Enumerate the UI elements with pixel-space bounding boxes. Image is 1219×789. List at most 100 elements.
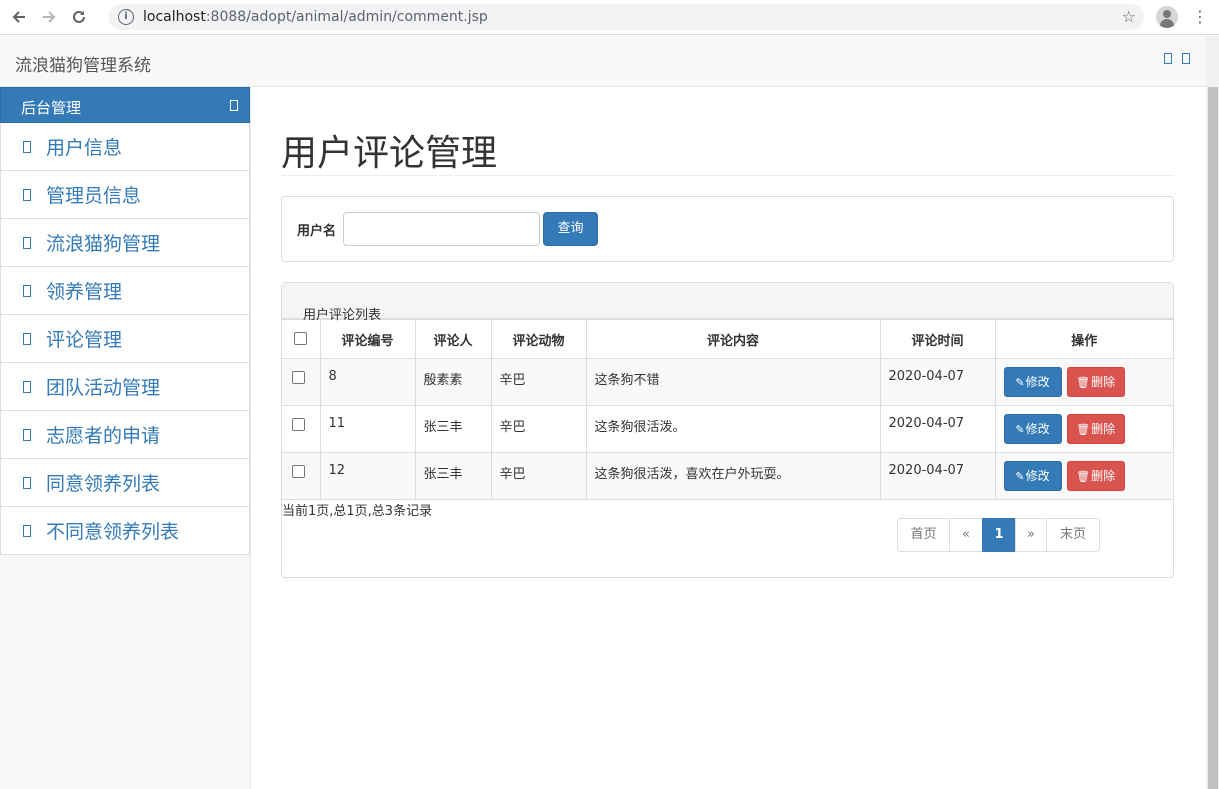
sidebar-item-label: 用户信息 [46, 137, 123, 159]
back-button[interactable] [8, 6, 30, 28]
scrollbar-thumb[interactable] [1208, 87, 1218, 789]
sidebar-item-label: 不同意领养列表 [46, 521, 180, 543]
sidebar: 后台管理 用户信息 管理员信息 流浪猫狗管理 领养管理 评论管理 团队活动管理 … [0, 87, 251, 789]
row-checkbox[interactable] [292, 465, 305, 478]
cell-user: 张三丰 [414, 405, 492, 453]
column-header: 评论动物 [490, 319, 587, 359]
username-label: 用户名 [297, 224, 337, 239]
delete-button[interactable]: 🗑删除 [1066, 414, 1125, 444]
delete-button[interactable]: 🗑删除 [1066, 367, 1125, 397]
address-bar[interactable]: i localhost:8088/adopt/animal/admin/comm… [108, 4, 1144, 30]
sidebar-item-approved[interactable]: 同意领养列表 [0, 459, 250, 507]
url-text[interactable]: localhost:8088/adopt/animal/admin/commen… [143, 9, 488, 25]
star-icon[interactable]: ☆ [1122, 7, 1136, 26]
search-button[interactable]: 查询 [543, 212, 598, 246]
list-icon [23, 380, 31, 393]
cell-actions: ✎修改 🗑删除 [994, 452, 1173, 500]
sidebar-item-label: 团队活动管理 [46, 377, 161, 399]
list-icon [23, 332, 31, 345]
browser-toolbar: i localhost:8088/adopt/animal/admin/comm… [0, 0, 1219, 35]
sidebar-item-volunteer[interactable]: 志愿者的申请 [0, 411, 250, 459]
delete-button[interactable]: 🗑删除 [1066, 461, 1125, 491]
cell-content: 这条狗很活泼，喜欢在户外玩耍。 [585, 452, 881, 500]
cell-content: 这条狗不错 [585, 358, 881, 406]
sidebar-item-label: 同意领养列表 [46, 473, 161, 495]
page-summary: 当前1页,总1页,总3条记录 [282, 504, 433, 519]
row-select-cell [282, 358, 321, 406]
row-checkbox[interactable] [292, 418, 305, 431]
delete-label: 删除 [1091, 422, 1116, 436]
edit-button[interactable]: ✎修改 [1003, 461, 1062, 491]
reload-button[interactable] [68, 6, 90, 28]
sidebar-item-animals[interactable]: 流浪猫狗管理 [0, 219, 250, 267]
select-all-checkbox[interactable] [294, 331, 308, 345]
list-icon [23, 524, 31, 537]
table-row: 12 张三丰 辛巴 这条狗很活泼，喜欢在户外玩耍。 2020-04-07 ✎修改… [282, 452, 1173, 500]
url-host: localhost [143, 9, 206, 25]
sidebar-item-adoption[interactable]: 领养管理 [0, 267, 250, 315]
sidebar-item-label: 管理员信息 [46, 185, 142, 207]
kebab-menu-icon[interactable]: ⋮ [1192, 8, 1208, 26]
sidebar-item-label: 志愿者的申请 [46, 425, 161, 447]
pagination-next[interactable]: » [1015, 518, 1047, 552]
logout-icon[interactable] [1182, 53, 1190, 64]
cell-user: 殷素素 [414, 358, 492, 406]
info-icon[interactable]: i [118, 9, 134, 25]
edit-button[interactable]: ✎修改 [1003, 367, 1062, 397]
column-header: 操作 [994, 319, 1173, 359]
pagination-first[interactable]: 首页 [897, 518, 950, 552]
sidebar-item-user-info[interactable]: 用户信息 [0, 123, 250, 171]
delete-label: 删除 [1091, 469, 1116, 483]
cell-time: 2020-04-07 [879, 358, 996, 406]
list-icon [23, 236, 31, 249]
pencil-icon: ✎ [1015, 470, 1025, 483]
url-path: :8088/adopt/animal/admin/comment.jsp [205, 9, 488, 25]
pagination-prev[interactable]: « [949, 518, 983, 552]
table-header-row: 评论编号 评论人 评论动物 评论内容 评论时间 操作 [282, 319, 1173, 359]
sidebar-item-label: 评论管理 [46, 329, 123, 351]
profile-icon[interactable] [1156, 6, 1178, 28]
sidebar-header[interactable]: 后台管理 [0, 87, 250, 123]
cell-id: 11 [319, 405, 416, 453]
cell-time: 2020-04-07 [879, 405, 996, 453]
list-icon [23, 428, 31, 441]
cell-animal: 辛巴 [490, 358, 587, 406]
collapse-icon [230, 100, 238, 111]
sidebar-item-team-activity[interactable]: 团队活动管理 [0, 363, 250, 411]
edit-label: 修改 [1025, 422, 1050, 436]
cell-user: 张三丰 [414, 452, 492, 500]
navbar-icons [1164, 53, 1190, 64]
comment-table: 评论编号 评论人 评论动物 评论内容 评论时间 操作 8 殷素素 辛巴 这条狗不… [282, 319, 1173, 500]
trash-icon: 🗑 [1076, 423, 1091, 436]
edit-button[interactable]: ✎修改 [1003, 414, 1062, 444]
cell-animal: 辛巴 [490, 452, 587, 500]
username-input[interactable] [343, 212, 540, 246]
trash-icon: 🗑 [1076, 376, 1091, 389]
forward-button[interactable] [38, 6, 60, 28]
brand-title[interactable]: 流浪猫狗管理系统 [15, 51, 151, 76]
arrow-left-icon [12, 11, 25, 23]
cell-id: 12 [319, 452, 416, 500]
column-header: 评论人 [414, 319, 492, 359]
row-checkbox[interactable] [292, 371, 305, 384]
search-panel: 用户名 查询 [281, 196, 1174, 262]
list-icon [23, 140, 31, 153]
trash-icon: 🗑 [1076, 470, 1091, 483]
list-icon [23, 284, 31, 297]
sidebar-item-admin-info[interactable]: 管理员信息 [0, 171, 250, 219]
pagination-last[interactable]: 末页 [1046, 518, 1100, 552]
sidebar-item-label: 流浪猫狗管理 [46, 233, 161, 255]
column-header: 评论编号 [319, 319, 416, 359]
sidebar-item-comments[interactable]: 评论管理 [0, 315, 250, 363]
sidebar-item-rejected[interactable]: 不同意领养列表 [0, 507, 250, 555]
column-header: 评论时间 [879, 319, 996, 359]
row-select-cell [282, 452, 321, 500]
delete-label: 删除 [1091, 375, 1116, 389]
pagination: 首页 « 1 » 末页 [897, 518, 1100, 552]
table-row: 8 殷素素 辛巴 这条狗不错 2020-04-07 ✎修改 🗑删除 [282, 358, 1173, 406]
list-heading-text: 用户评论列表 [303, 308, 382, 323]
page-title: 用户评论管理 [281, 133, 498, 174]
user-icon[interactable] [1164, 53, 1172, 64]
cell-animal: 辛巴 [490, 405, 587, 453]
pagination-current[interactable]: 1 [982, 518, 1016, 552]
